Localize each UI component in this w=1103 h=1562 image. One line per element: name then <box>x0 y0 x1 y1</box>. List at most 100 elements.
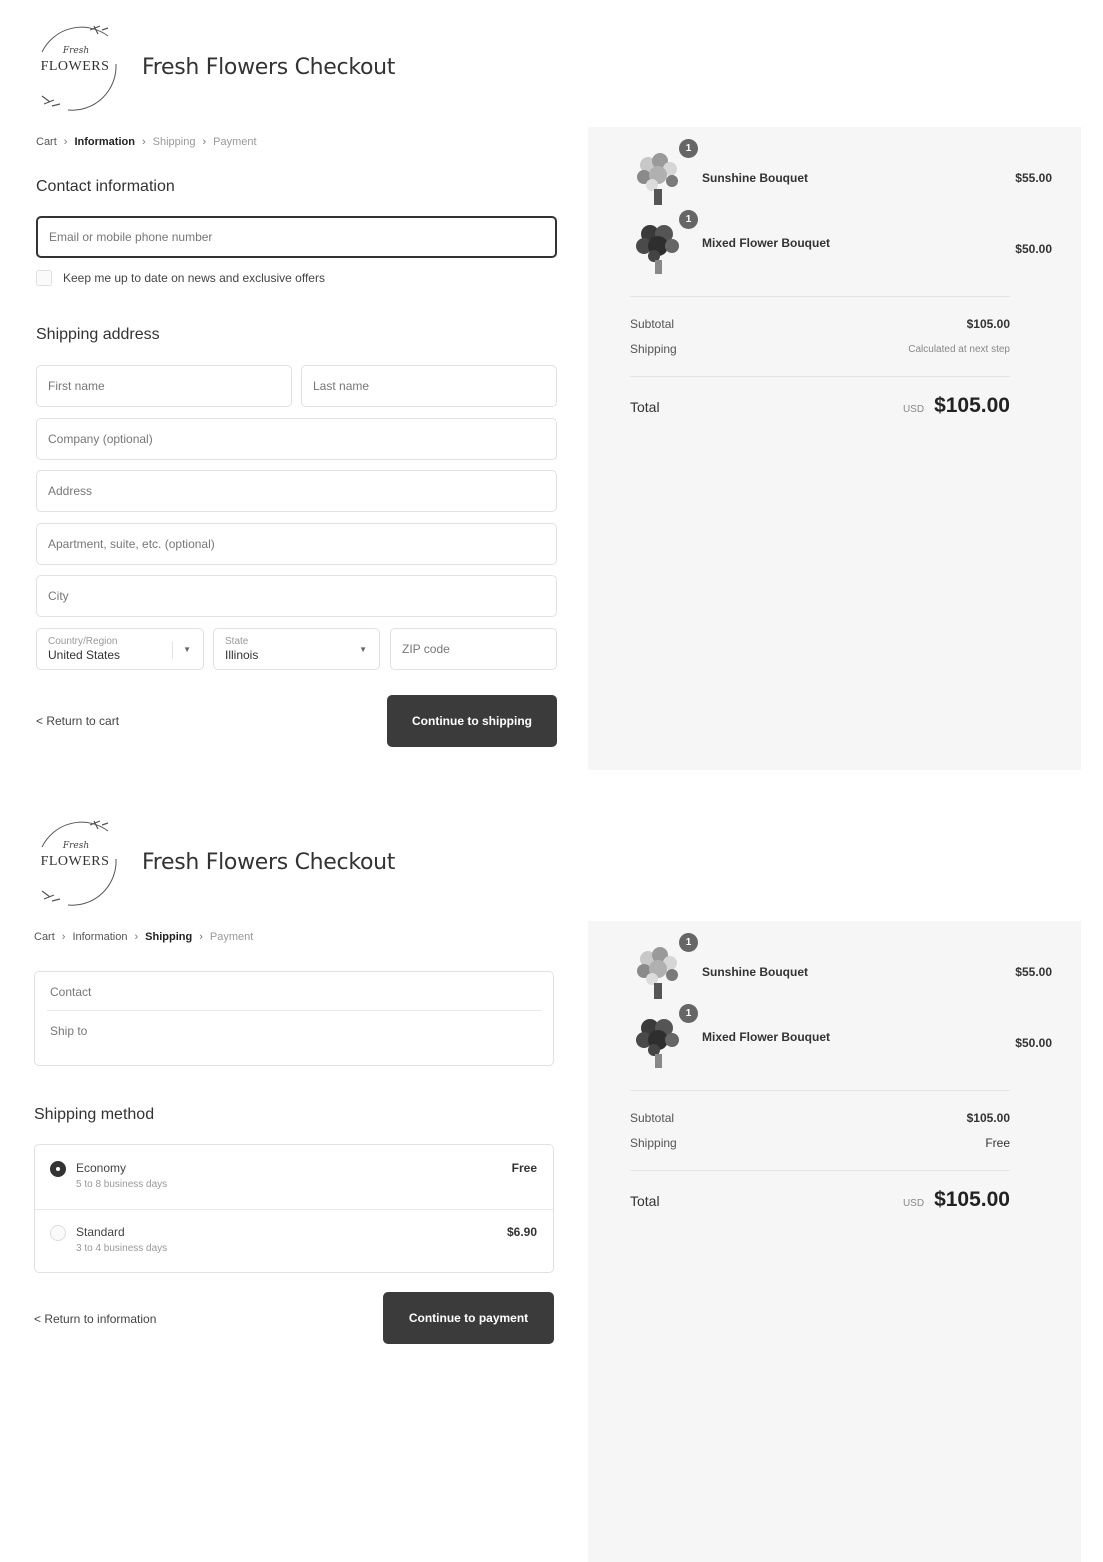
brand-logo[interactable]: Fresh FLOWERS <box>28 817 124 909</box>
shipping-method-list: Economy 5 to 8 business days Free Standa… <box>34 1144 554 1273</box>
option-price: Free <box>511 1161 537 1175</box>
country-value: United States <box>48 648 121 662</box>
product-price: $50.00 <box>1015 242 1052 256</box>
total-amount: USD $105.00 <box>903 1188 1010 1212</box>
brand-logo[interactable]: Fresh FLOWERS <box>28 22 124 114</box>
breadcrumb-shipping: Shipping <box>152 136 196 148</box>
newsletter-checkbox[interactable] <box>36 270 52 286</box>
order-summary: 1 Sunshine Bouquet $55.00 1 Mixed Flower… <box>588 921 1081 1562</box>
option-delivery-time: 5 to 8 business days <box>76 1179 168 1190</box>
subtotal-label: Subtotal <box>630 1111 675 1125</box>
breadcrumb-cart[interactable]: Cart <box>36 136 57 148</box>
state-label: State <box>225 636 249 647</box>
chevron-right-icon: › <box>141 136 146 148</box>
standard-radio[interactable] <box>50 1225 66 1241</box>
state-select[interactable]: State Illinois ▼ <box>213 628 380 670</box>
breadcrumb-information: Information <box>74 136 135 148</box>
first-name-placeholder: First name <box>48 379 105 393</box>
email-placeholder: Email or mobile phone number <box>49 230 213 244</box>
address-placeholder: Address <box>48 484 93 498</box>
product-price: $50.00 <box>1015 1036 1052 1050</box>
breadcrumb-shipping: Shipping <box>145 931 193 943</box>
sunshine-bouquet-image <box>637 947 678 999</box>
summary-item-mixed: 1 Mixed Flower Bouquet $50.00 <box>630 210 1052 280</box>
continue-to-payment-button[interactable]: Continue to payment <box>383 1292 554 1344</box>
last-name-field[interactable]: Last name <box>301 365 557 407</box>
shipping-label: Shipping <box>630 1136 677 1150</box>
shipping-option-standard[interactable]: Standard 3 to 4 business days $6.90 <box>35 1209 553 1273</box>
summary-divider <box>630 296 1010 297</box>
quantity-badge: 1 <box>679 933 698 952</box>
return-to-information-link[interactable]: < Return to information <box>34 1312 156 1326</box>
total-label: Total <box>630 1193 660 1209</box>
last-name-placeholder: Last name <box>313 379 370 393</box>
email-field[interactable]: Email or mobile phone number <box>36 216 557 258</box>
subtotal-value: $105.00 <box>966 317 1010 331</box>
quantity-badge: 1 <box>679 210 698 229</box>
company-field[interactable]: Company (optional) <box>36 418 557 460</box>
summary-item-mixed: 1 Mixed Flower Bouquet $50.00 <box>630 1004 1052 1074</box>
chevron-right-icon: › <box>61 931 66 943</box>
product-name: Sunshine Bouquet <box>702 965 808 979</box>
order-summary: 1 Sunshine Bouquet $55.00 1 Mixed Flower… <box>588 127 1081 770</box>
logo-word: FLOWERS <box>40 854 110 869</box>
summary-divider <box>630 376 1010 377</box>
logo-word: FLOWERS <box>40 59 110 74</box>
product-price: $55.00 <box>1015 171 1052 185</box>
apartment-placeholder: Apartment, suite, etc. (optional) <box>48 537 215 551</box>
apartment-field[interactable]: Apartment, suite, etc. (optional) <box>36 523 557 565</box>
newsletter-label: Keep me up to date on news and exclusive… <box>63 271 325 285</box>
checkout-information-screen: Fresh FLOWERS Fresh Flowers Checkout Car… <box>0 0 1103 785</box>
total-amount: USD $105.00 <box>903 394 1010 418</box>
contact-information-title: Contact information <box>36 178 175 195</box>
contact-review-label: Contact <box>50 985 92 999</box>
ship-to-review-label: Ship to <box>50 1024 88 1038</box>
caret-down-icon: ▼ <box>183 645 191 654</box>
country-select[interactable]: Country/Region United States ▼ <box>36 628 204 670</box>
quantity-badge: 1 <box>679 1004 698 1023</box>
company-placeholder: Company (optional) <box>48 432 153 446</box>
chevron-right-icon: › <box>202 136 207 148</box>
chevron-right-icon: › <box>63 136 68 148</box>
site-title: Fresh Flowers Checkout <box>142 55 396 80</box>
shipping-address-title: Shipping address <box>36 326 160 343</box>
summary-divider <box>630 1170 1010 1171</box>
breadcrumb-payment: Payment <box>213 136 257 148</box>
state-value: Illinois <box>225 648 259 662</box>
shipping-method-title: Shipping method <box>34 1106 155 1123</box>
newsletter-option[interactable]: Keep me up to date on news and exclusive… <box>36 270 325 286</box>
chevron-right-icon: › <box>199 931 203 943</box>
summary-item-sunshine: 1 Sunshine Bouquet $55.00 <box>630 139 1052 209</box>
product-name: Mixed Flower Bouquet <box>702 1030 831 1044</box>
summary-item-sunshine: 1 Sunshine Bouquet $55.00 <box>630 933 1052 1003</box>
breadcrumb: Cart › Information › Shipping › Payment <box>34 931 253 943</box>
address-field[interactable]: Address <box>36 470 557 512</box>
chevron-right-icon: › <box>134 931 139 943</box>
mixed-bouquet-image <box>636 225 679 274</box>
shipping-label: Shipping <box>630 342 677 356</box>
breadcrumb-payment: Payment <box>209 931 254 943</box>
continue-to-shipping-button[interactable]: Continue to shipping <box>387 695 557 747</box>
zip-field[interactable]: ZIP code <box>390 628 557 670</box>
product-price: $55.00 <box>1015 965 1052 979</box>
breadcrumb-cart[interactable]: Cart <box>34 931 55 943</box>
city-placeholder: City <box>48 589 69 603</box>
return-to-cart-link[interactable]: < Return to cart <box>36 714 119 728</box>
quantity-badge: 1 <box>679 139 698 158</box>
subtotal-label: Subtotal <box>630 317 675 331</box>
option-name: Standard <box>76 1225 125 1239</box>
total-label: Total <box>630 399 660 415</box>
summary-divider <box>630 1090 1010 1091</box>
option-delivery-time: 3 to 4 business days <box>76 1243 168 1254</box>
economy-radio[interactable] <box>50 1161 66 1177</box>
site-title: Fresh Flowers Checkout <box>142 850 396 875</box>
city-field[interactable]: City <box>36 575 557 617</box>
mixed-bouquet-image <box>636 1019 679 1068</box>
option-price: $6.90 <box>506 1225 537 1239</box>
review-divider <box>47 1010 541 1011</box>
breadcrumb-information[interactable]: Information <box>72 931 127 943</box>
product-name: Sunshine Bouquet <box>702 171 808 185</box>
currency-code: USD <box>902 1198 925 1209</box>
shipping-option-economy[interactable]: Economy 5 to 8 business days Free <box>35 1145 553 1209</box>
first-name-field[interactable]: First name <box>36 365 292 407</box>
